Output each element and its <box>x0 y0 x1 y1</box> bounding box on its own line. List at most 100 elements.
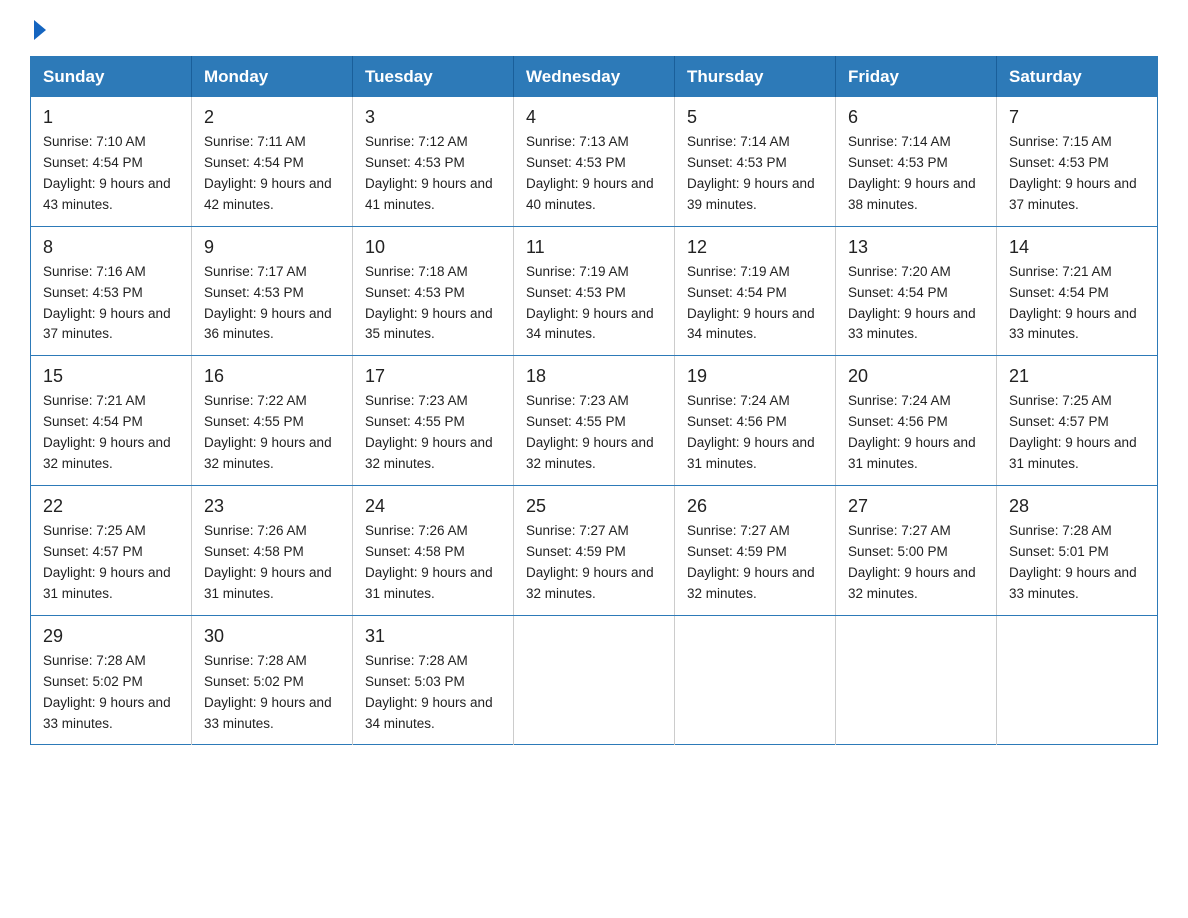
calendar-day-cell: 10 Sunrise: 7:18 AM Sunset: 4:53 PM Dayl… <box>353 226 514 356</box>
day-info: Sunrise: 7:24 AM Sunset: 4:56 PM Dayligh… <box>687 391 823 475</box>
day-info: Sunrise: 7:27 AM Sunset: 5:00 PM Dayligh… <box>848 521 984 605</box>
calendar-day-cell: 26 Sunrise: 7:27 AM Sunset: 4:59 PM Dayl… <box>675 486 836 616</box>
calendar-day-cell: 22 Sunrise: 7:25 AM Sunset: 4:57 PM Dayl… <box>31 486 192 616</box>
calendar-day-cell: 11 Sunrise: 7:19 AM Sunset: 4:53 PM Dayl… <box>514 226 675 356</box>
day-info: Sunrise: 7:27 AM Sunset: 4:59 PM Dayligh… <box>687 521 823 605</box>
day-info: Sunrise: 7:17 AM Sunset: 4:53 PM Dayligh… <box>204 262 340 346</box>
day-info: Sunrise: 7:18 AM Sunset: 4:53 PM Dayligh… <box>365 262 501 346</box>
day-info: Sunrise: 7:28 AM Sunset: 5:02 PM Dayligh… <box>43 651 179 735</box>
day-number: 6 <box>848 107 984 128</box>
day-number: 20 <box>848 366 984 387</box>
day-info: Sunrise: 7:28 AM Sunset: 5:02 PM Dayligh… <box>204 651 340 735</box>
day-number: 11 <box>526 237 662 258</box>
calendar-day-cell: 2 Sunrise: 7:11 AM Sunset: 4:54 PM Dayli… <box>192 97 353 226</box>
calendar-day-cell: 23 Sunrise: 7:26 AM Sunset: 4:58 PM Dayl… <box>192 486 353 616</box>
calendar-week-row: 1 Sunrise: 7:10 AM Sunset: 4:54 PM Dayli… <box>31 97 1158 226</box>
calendar-header-friday: Friday <box>836 57 997 98</box>
day-number: 2 <box>204 107 340 128</box>
day-number: 16 <box>204 366 340 387</box>
day-number: 18 <box>526 366 662 387</box>
day-number: 25 <box>526 496 662 517</box>
day-number: 29 <box>43 626 179 647</box>
calendar-header-sunday: Sunday <box>31 57 192 98</box>
calendar-day-cell: 21 Sunrise: 7:25 AM Sunset: 4:57 PM Dayl… <box>997 356 1158 486</box>
calendar-header-tuesday: Tuesday <box>353 57 514 98</box>
day-info: Sunrise: 7:28 AM Sunset: 5:01 PM Dayligh… <box>1009 521 1145 605</box>
day-info: Sunrise: 7:21 AM Sunset: 4:54 PM Dayligh… <box>43 391 179 475</box>
day-info: Sunrise: 7:28 AM Sunset: 5:03 PM Dayligh… <box>365 651 501 735</box>
day-number: 15 <box>43 366 179 387</box>
calendar-day-cell <box>514 615 675 745</box>
calendar-header-monday: Monday <box>192 57 353 98</box>
day-number: 30 <box>204 626 340 647</box>
calendar-table: SundayMondayTuesdayWednesdayThursdayFrid… <box>30 56 1158 745</box>
day-info: Sunrise: 7:11 AM Sunset: 4:54 PM Dayligh… <box>204 132 340 216</box>
day-info: Sunrise: 7:27 AM Sunset: 4:59 PM Dayligh… <box>526 521 662 605</box>
day-info: Sunrise: 7:25 AM Sunset: 4:57 PM Dayligh… <box>43 521 179 605</box>
calendar-day-cell: 15 Sunrise: 7:21 AM Sunset: 4:54 PM Dayl… <box>31 356 192 486</box>
calendar-day-cell: 6 Sunrise: 7:14 AM Sunset: 4:53 PM Dayli… <box>836 97 997 226</box>
day-number: 24 <box>365 496 501 517</box>
day-info: Sunrise: 7:15 AM Sunset: 4:53 PM Dayligh… <box>1009 132 1145 216</box>
calendar-day-cell: 9 Sunrise: 7:17 AM Sunset: 4:53 PM Dayli… <box>192 226 353 356</box>
day-number: 12 <box>687 237 823 258</box>
day-info: Sunrise: 7:13 AM Sunset: 4:53 PM Dayligh… <box>526 132 662 216</box>
day-number: 9 <box>204 237 340 258</box>
day-number: 14 <box>1009 237 1145 258</box>
calendar-day-cell: 20 Sunrise: 7:24 AM Sunset: 4:56 PM Dayl… <box>836 356 997 486</box>
calendar-day-cell: 24 Sunrise: 7:26 AM Sunset: 4:58 PM Dayl… <box>353 486 514 616</box>
calendar-day-cell <box>997 615 1158 745</box>
calendar-week-row: 15 Sunrise: 7:21 AM Sunset: 4:54 PM Dayl… <box>31 356 1158 486</box>
calendar-day-cell <box>675 615 836 745</box>
calendar-week-row: 29 Sunrise: 7:28 AM Sunset: 5:02 PM Dayl… <box>31 615 1158 745</box>
day-number: 3 <box>365 107 501 128</box>
calendar-day-cell: 18 Sunrise: 7:23 AM Sunset: 4:55 PM Dayl… <box>514 356 675 486</box>
calendar-week-row: 22 Sunrise: 7:25 AM Sunset: 4:57 PM Dayl… <box>31 486 1158 616</box>
page-header <box>30 20 1158 40</box>
day-info: Sunrise: 7:19 AM Sunset: 4:54 PM Dayligh… <box>687 262 823 346</box>
calendar-day-cell: 27 Sunrise: 7:27 AM Sunset: 5:00 PM Dayl… <box>836 486 997 616</box>
day-info: Sunrise: 7:10 AM Sunset: 4:54 PM Dayligh… <box>43 132 179 216</box>
calendar-day-cell: 29 Sunrise: 7:28 AM Sunset: 5:02 PM Dayl… <box>31 615 192 745</box>
calendar-day-cell: 28 Sunrise: 7:28 AM Sunset: 5:01 PM Dayl… <box>997 486 1158 616</box>
calendar-header-saturday: Saturday <box>997 57 1158 98</box>
day-info: Sunrise: 7:22 AM Sunset: 4:55 PM Dayligh… <box>204 391 340 475</box>
day-number: 23 <box>204 496 340 517</box>
day-info: Sunrise: 7:12 AM Sunset: 4:53 PM Dayligh… <box>365 132 501 216</box>
calendar-day-cell: 31 Sunrise: 7:28 AM Sunset: 5:03 PM Dayl… <box>353 615 514 745</box>
logo-arrow-icon <box>34 20 46 40</box>
day-info: Sunrise: 7:25 AM Sunset: 4:57 PM Dayligh… <box>1009 391 1145 475</box>
day-number: 1 <box>43 107 179 128</box>
calendar-day-cell: 12 Sunrise: 7:19 AM Sunset: 4:54 PM Dayl… <box>675 226 836 356</box>
day-number: 8 <box>43 237 179 258</box>
calendar-day-cell: 13 Sunrise: 7:20 AM Sunset: 4:54 PM Dayl… <box>836 226 997 356</box>
calendar-day-cell: 8 Sunrise: 7:16 AM Sunset: 4:53 PM Dayli… <box>31 226 192 356</box>
day-number: 21 <box>1009 366 1145 387</box>
calendar-header-thursday: Thursday <box>675 57 836 98</box>
day-number: 13 <box>848 237 984 258</box>
day-info: Sunrise: 7:23 AM Sunset: 4:55 PM Dayligh… <box>526 391 662 475</box>
calendar-day-cell: 25 Sunrise: 7:27 AM Sunset: 4:59 PM Dayl… <box>514 486 675 616</box>
day-number: 4 <box>526 107 662 128</box>
calendar-day-cell: 3 Sunrise: 7:12 AM Sunset: 4:53 PM Dayli… <box>353 97 514 226</box>
calendar-day-cell: 5 Sunrise: 7:14 AM Sunset: 4:53 PM Dayli… <box>675 97 836 226</box>
day-number: 7 <box>1009 107 1145 128</box>
day-info: Sunrise: 7:19 AM Sunset: 4:53 PM Dayligh… <box>526 262 662 346</box>
calendar-week-row: 8 Sunrise: 7:16 AM Sunset: 4:53 PM Dayli… <box>31 226 1158 356</box>
calendar-day-cell: 30 Sunrise: 7:28 AM Sunset: 5:02 PM Dayl… <box>192 615 353 745</box>
day-info: Sunrise: 7:24 AM Sunset: 4:56 PM Dayligh… <box>848 391 984 475</box>
day-info: Sunrise: 7:21 AM Sunset: 4:54 PM Dayligh… <box>1009 262 1145 346</box>
calendar-day-cell <box>836 615 997 745</box>
day-number: 31 <box>365 626 501 647</box>
day-number: 27 <box>848 496 984 517</box>
calendar-day-cell: 4 Sunrise: 7:13 AM Sunset: 4:53 PM Dayli… <box>514 97 675 226</box>
calendar-day-cell: 14 Sunrise: 7:21 AM Sunset: 4:54 PM Dayl… <box>997 226 1158 356</box>
day-number: 26 <box>687 496 823 517</box>
day-info: Sunrise: 7:23 AM Sunset: 4:55 PM Dayligh… <box>365 391 501 475</box>
logo-general-text <box>30 20 46 40</box>
calendar-day-cell: 1 Sunrise: 7:10 AM Sunset: 4:54 PM Dayli… <box>31 97 192 226</box>
calendar-day-cell: 16 Sunrise: 7:22 AM Sunset: 4:55 PM Dayl… <box>192 356 353 486</box>
calendar-day-cell: 19 Sunrise: 7:24 AM Sunset: 4:56 PM Dayl… <box>675 356 836 486</box>
day-number: 10 <box>365 237 501 258</box>
day-number: 19 <box>687 366 823 387</box>
